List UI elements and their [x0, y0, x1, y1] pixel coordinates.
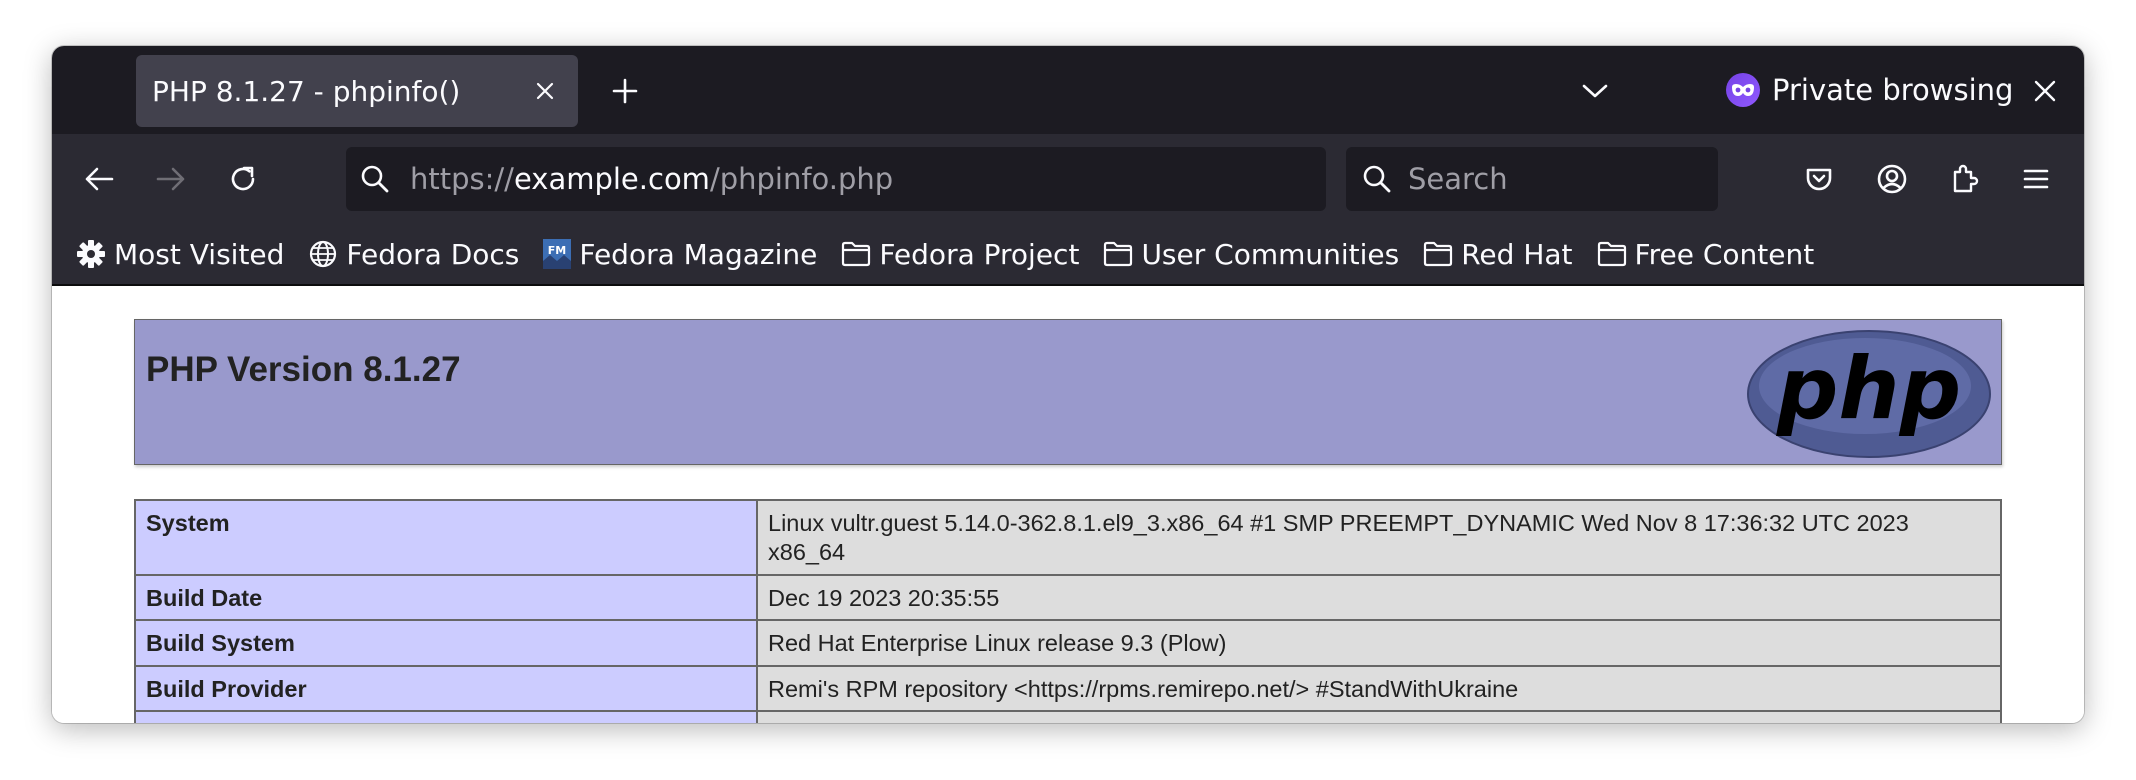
row-value: cc (GCC) 11.4.1 20230605 (Red Hat 11.4.1…	[756, 709, 2002, 723]
extensions-button[interactable]	[1939, 154, 1989, 204]
pocket-icon	[1806, 168, 1832, 191]
bookmark-label: Most Visited	[114, 237, 285, 271]
system-info-table: System Linux vultr.guest 5.14.0-362.8.1.…	[134, 499, 2002, 723]
private-browsing-label: Private browsing	[1772, 73, 2014, 107]
gear-icon	[77, 240, 105, 268]
tab-strip: PHP 8.1.27 - phpinfo() Private browsing	[52, 46, 2084, 134]
url-host: example.com	[513, 162, 710, 196]
private-browsing-indicator: Private browsing	[1726, 64, 2013, 116]
close-tab-button[interactable]	[520, 66, 570, 116]
close-icon	[536, 82, 554, 100]
navigation-toolbar: https://example.com/phpinfo.php Search	[52, 134, 2084, 224]
bookmark-folder-fedora-project[interactable]: Fedora Project	[841, 238, 1079, 271]
url-scheme: https://	[410, 162, 514, 196]
bookmarks-toolbar: Most Visited Fedora Docs FM Fedora Magaz…	[52, 224, 2084, 286]
php-logo-text: php	[1776, 339, 1961, 439]
list-all-tabs-button[interactable]	[1570, 66, 1620, 116]
table-row: Build System Red Hat Enterprise Linux re…	[134, 619, 2002, 667]
bookmark-most-visited[interactable]: Most Visited	[76, 238, 284, 271]
pocket-button[interactable]	[1794, 154, 1844, 204]
bookmark-folder-red-hat[interactable]: Red Hat	[1423, 237, 1573, 271]
menu-button[interactable]	[2011, 154, 2061, 204]
bookmark-label: Fedora Docs	[346, 237, 520, 271]
row-value: Remi's RPM repository <https://rpms.remi…	[756, 664, 2002, 712]
fedora-magazine-favicon-icon: FM	[543, 239, 572, 269]
row-value: Dec 19 2023 20:35:55	[756, 573, 2002, 622]
bookmark-label: Red Hat	[1461, 237, 1573, 271]
php-logo-icon[interactable]: php	[1747, 330, 1991, 458]
folder-icon	[842, 241, 871, 267]
bookmark-label: User Communities	[1141, 237, 1400, 271]
tab-phpinfo[interactable]: PHP 8.1.27 - phpinfo()	[136, 55, 578, 127]
row-key: System	[134, 499, 758, 576]
page-title: PHP Version 8.1.27	[146, 350, 461, 389]
puzzle-piece-icon	[1953, 164, 1979, 193]
tab-title: PHP 8.1.27 - phpinfo()	[152, 74, 461, 108]
browser-window: PHP 8.1.27 - phpinfo() Private browsing	[52, 46, 2084, 723]
close-window-button[interactable]	[2020, 66, 2070, 116]
bookmark-label: Fedora Project	[879, 237, 1080, 271]
reload-icon	[231, 166, 255, 191]
search-placeholder: Search	[1408, 162, 1508, 196]
close-icon	[2034, 80, 2056, 102]
arrow-left-icon	[85, 167, 114, 191]
bookmark-label: Free Content	[1634, 237, 1815, 271]
row-key: Compiler	[134, 709, 758, 723]
arrow-right-icon	[156, 167, 185, 191]
row-value: Red Hat Enterprise Linux release 9.3 (Pl…	[756, 619, 2002, 667]
search-input[interactable]: Search	[1346, 147, 1718, 211]
bookmark-folder-free-content[interactable]: Free Content	[1597, 237, 1815, 271]
row-key: Build Date	[134, 573, 758, 622]
address-text: https://example.com/phpinfo.php	[410, 162, 893, 196]
reload-button[interactable]	[218, 154, 268, 204]
address-bar[interactable]: https://example.com/phpinfo.php	[346, 147, 1326, 211]
row-value: Linux vultr.guest 5.14.0-362.8.1.el9_3.x…	[756, 499, 2002, 576]
account-button[interactable]	[1867, 154, 1917, 204]
search-icon	[1363, 165, 1391, 193]
row-key: Build System	[134, 619, 758, 667]
bookmark-folder-user-communities[interactable]: User Communities	[1103, 238, 1399, 271]
table-row: System Linux vultr.guest 5.14.0-362.8.1.…	[134, 499, 2002, 576]
table-row: Compiler cc (GCC) 11.4.1 20230605 (Red H…	[134, 709, 2002, 723]
forward-button[interactable]	[146, 154, 196, 204]
plus-icon	[612, 78, 638, 104]
php-version-header: PHP Version 8.1.27 php	[134, 319, 2002, 465]
bookmark-fedora-docs[interactable]: Fedora Docs	[308, 238, 519, 271]
page-content: PHP Version 8.1.27 php System Linux vult…	[52, 286, 2084, 723]
bookmark-fedora-magazine[interactable]: FM Fedora Magazine	[543, 238, 817, 271]
chevron-down-icon	[1582, 84, 1608, 98]
back-button[interactable]	[74, 154, 124, 204]
bookmark-label: Fedora Magazine	[579, 237, 818, 271]
hamburger-menu-icon	[2023, 169, 2049, 189]
table-row: Build Provider Remi's RPM repository <ht…	[134, 664, 2002, 712]
new-tab-button[interactable]	[600, 66, 650, 116]
account-icon	[1877, 164, 1907, 194]
table-row: Build Date Dec 19 2023 20:35:55	[134, 573, 2002, 622]
svg-text:FM: FM	[548, 244, 566, 257]
folder-icon	[1424, 241, 1453, 267]
folder-icon	[1104, 241, 1133, 267]
row-key: Build Provider	[134, 664, 758, 712]
folder-icon	[1597, 241, 1626, 267]
private-mask-icon	[1726, 73, 1760, 107]
search-icon	[361, 165, 389, 193]
globe-icon	[310, 240, 337, 268]
url-path: /phpinfo.php	[709, 162, 894, 196]
